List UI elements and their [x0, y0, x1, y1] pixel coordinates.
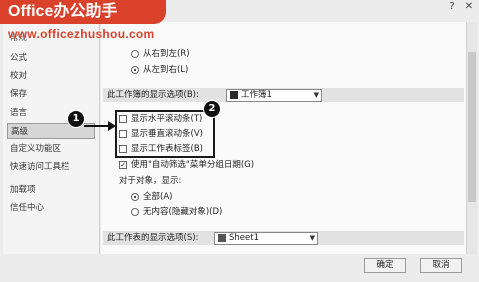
radio-rtl-circle[interactable]	[131, 49, 139, 58]
sidebar-item-quick-access-toolbar[interactable]: 快速访问工具栏	[7, 159, 95, 175]
watermark-url: www.officezhushou.com	[8, 27, 155, 41]
option-autofilter-group-dates[interactable]: ✓ 使用"自动筛选"菜单分组日期(G)	[119, 159, 254, 172]
options-sidebar: 常规 公式 校对 保存 语言 高级 自定义功能区 快速访问工具栏 加载项 信任中…	[3, 22, 100, 254]
sidebar-item-add-ins[interactable]: 加载项	[7, 182, 95, 198]
ok-button[interactable]: 确定	[364, 258, 406, 273]
help-icon[interactable]: ?	[444, 0, 460, 14]
sidebar-item-formulas[interactable]: 公式	[7, 50, 95, 66]
sidebar-item-save[interactable]: 保存	[7, 86, 95, 102]
option-autofilter-group-dates-label: 使用"自动筛选"菜单分组日期(G)	[131, 160, 255, 170]
radio-ltr-label: 从左到右(L)	[143, 65, 189, 75]
workbook-icon	[230, 90, 238, 99]
objects-display-label: 对于对象，显示:	[119, 176, 182, 186]
radio-rtl[interactable]: 从右到左(R)	[131, 48, 190, 61]
radio-ltr-circle[interactable]	[131, 65, 139, 74]
content-scrollbar[interactable]	[466, 22, 477, 254]
sidebar-item-customize-ribbon[interactable]: 自定义功能区	[7, 141, 95, 157]
radio-objects-none-circle[interactable]	[131, 207, 139, 216]
radio-objects-none[interactable]: 无内容(隐藏对象)(D)	[131, 206, 222, 219]
radio-objects-none-label: 无内容(隐藏对象)(D)	[143, 207, 223, 217]
radio-objects-all[interactable]: 全部(A)	[131, 191, 172, 204]
close-icon[interactable]: ✕	[461, 0, 477, 14]
workbook-display-label: 此工作簿的显示选项(B):	[107, 90, 199, 100]
worksheet-select[interactable]: Sheet1 ▼	[214, 232, 318, 245]
callout-highlight-box	[115, 110, 215, 158]
cancel-button[interactable]: 取消	[420, 258, 462, 273]
scrollbar-thumb[interactable]	[468, 52, 476, 202]
callout-arrow-icon	[84, 121, 116, 131]
worksheet-icon	[218, 233, 226, 242]
radio-rtl-label: 从右到左(R)	[143, 49, 190, 59]
workbook-select-value: 工作簿1	[241, 90, 272, 100]
sidebar-item-proofing[interactable]: 校对	[7, 68, 95, 84]
radio-objects-all-label: 全部(A)	[143, 192, 173, 202]
watermark-logo: Office办公助手	[0, 0, 166, 24]
callout-badge-1: 1	[67, 110, 85, 128]
checkbox-autofilter-group-dates[interactable]: ✓	[119, 160, 127, 169]
sidebar-item-trust-center[interactable]: 信任中心	[7, 200, 95, 216]
excel-options-dialog: ? ✕ 常规 公式 校对 保存 语言 高级 自定义功能区 快速访问工具栏 加载项…	[0, 0, 479, 282]
radio-ltr[interactable]: 从左到右(L)	[131, 64, 188, 77]
chevron-down-icon[interactable]: ▼	[314, 90, 319, 101]
worksheet-select-value: Sheet1	[229, 233, 259, 243]
workbook-select[interactable]: 工作簿1 ▼	[226, 89, 322, 102]
radio-objects-all-circle[interactable]	[131, 192, 139, 201]
options-content: 从右到左(R) 从左到右(L) 此工作簿的显示选项(B): 工作簿1 ▼ 显示水…	[101, 22, 466, 254]
chevron-down-icon[interactable]: ▼	[310, 233, 315, 244]
callout-badge-2: 2	[203, 100, 221, 118]
worksheet-display-label: 此工作表的显示选项(S):	[107, 233, 199, 243]
